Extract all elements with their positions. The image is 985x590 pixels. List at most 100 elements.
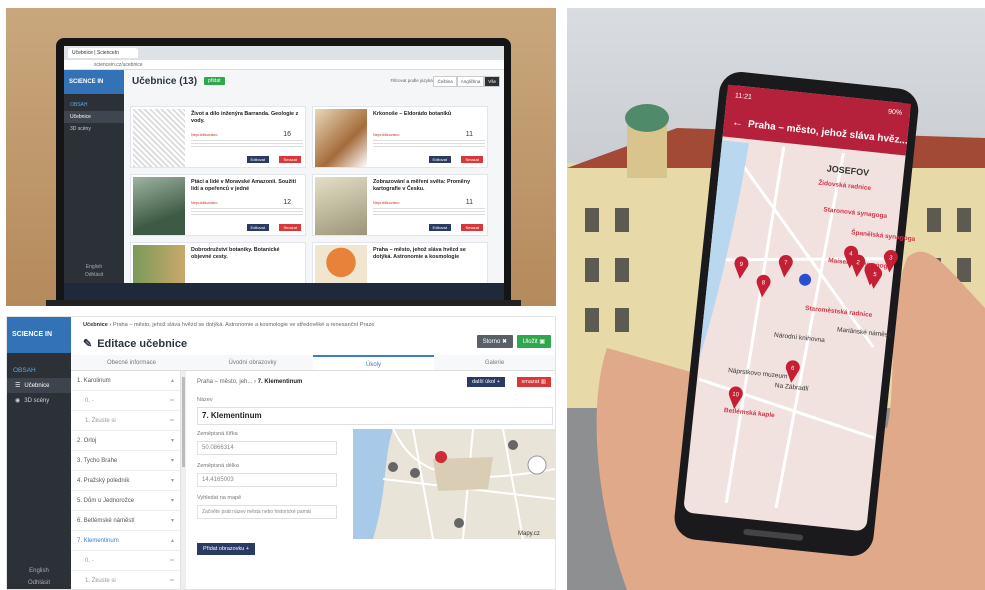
page-title-text: Editace učebnice: [97, 337, 188, 350]
language-link[interactable]: English: [64, 263, 124, 271]
textbook-card[interactable]: Život a dílo inženýra Barranda. Geologie…: [130, 106, 306, 168]
task-subitem[interactable]: 0. - ═: [71, 551, 180, 571]
add-screen-button[interactable]: Přidat obrazovku +: [197, 543, 256, 555]
list-icon: ☰: [15, 383, 21, 389]
drag-handle-icon[interactable]: ═: [170, 411, 174, 431]
map-marker[interactable]: [410, 468, 420, 478]
cancel-button[interactable]: Storno ✖: [476, 335, 513, 348]
latitude-label: Zeměpisná šířka: [197, 431, 238, 437]
map-search-input[interactable]: Začněte psát název města nebo historické…: [197, 505, 337, 519]
delete-button[interactable]: Smazat: [279, 224, 301, 231]
logout-link[interactable]: Odhlásit: [64, 271, 124, 279]
editor-sidebar: SCIENCE IN OBSAH ☰ Učebnice ◉ 3D scény E…: [7, 317, 71, 589]
edit-button[interactable]: Editovat: [428, 224, 451, 231]
textbook-card[interactable]: Zobrazování a měření světa: Proměny kart…: [312, 174, 488, 236]
task-item[interactable]: 7. Klementinum ▴: [71, 531, 180, 551]
task-subitem[interactable]: 1. Zkuste si ═: [71, 571, 180, 589]
map-marker[interactable]: [388, 462, 398, 472]
map-marker[interactable]: [508, 440, 518, 450]
status-battery: 90%: [888, 109, 903, 117]
url-bar[interactable]: sciencein.cz/ucebnice: [64, 60, 504, 70]
river-shape: [353, 429, 393, 539]
laptop-base: [46, 300, 521, 306]
drag-handle-icon[interactable]: ═: [170, 551, 174, 571]
textbook-card[interactable]: Ptáci a lidé v Moravské Amazonii. Soužit…: [130, 174, 306, 236]
scroll-thumb[interactable]: [182, 377, 185, 467]
brand-logo[interactable]: SCIENCE IN: [7, 317, 71, 353]
card-count: 11: [465, 131, 473, 138]
windows-taskbar: [64, 283, 504, 301]
task-item[interactable]: 2. Orloj ▾: [71, 431, 180, 451]
sidebar-heading: OBSAH: [70, 102, 88, 108]
longitude-field[interactable]: 14.4165003: [197, 473, 337, 487]
card-count: 16: [283, 131, 291, 138]
delete-task-button[interactable]: smazat ▥: [516, 377, 551, 387]
cube-icon: ◉: [15, 398, 21, 404]
sidebar-item-label: Učebnice: [24, 382, 50, 389]
detail-breadcrumb-current: 7. Klementinum: [257, 379, 303, 385]
breadcrumb-root[interactable]: Učebnice: [83, 322, 108, 328]
map-marker[interactable]: [454, 518, 464, 528]
card-status: Nepublikováno: [191, 132, 218, 137]
delete-button[interactable]: Smazat: [279, 156, 301, 163]
task-list-scrollbar[interactable]: [181, 371, 186, 589]
name-field[interactable]: 7. Klementinum: [197, 407, 553, 425]
add-screen-label: Přidat obrazovku: [203, 546, 245, 552]
task-item[interactable]: 4. Pražský poledník ▾: [71, 471, 180, 491]
page-title: Učebnice (13): [132, 76, 198, 87]
chevron-down-icon[interactable]: ▾: [171, 471, 174, 491]
tab-intro-screens[interactable]: Úvodní obrazovky: [192, 355, 313, 370]
delete-button[interactable]: Smazat: [461, 156, 483, 163]
tab-gallery[interactable]: Galerie: [434, 355, 555, 370]
latitude-field[interactable]: 50.0866314: [197, 441, 337, 455]
textbook-card[interactable]: Krkonoše – Eldorádo botaniků Nepubliková…: [312, 106, 488, 168]
location-map[interactable]: Mapy.cz: [353, 429, 555, 539]
task-item[interactable]: 6. Betlémské náměstí ▾: [71, 511, 180, 531]
tab-tasks[interactable]: Úkoly: [313, 355, 434, 370]
chevron-down-icon[interactable]: ▾: [171, 491, 174, 511]
chevron-down-icon[interactable]: ▾: [171, 431, 174, 451]
drag-handle-icon[interactable]: ═: [170, 571, 174, 589]
detail-breadcrumb-root[interactable]: Praha – město, jeh...: [197, 379, 252, 385]
delete-button[interactable]: Smazat: [461, 224, 483, 231]
filter-czech-button[interactable]: Čeština: [433, 76, 457, 87]
tab-general-info[interactable]: Obecné informace: [71, 355, 192, 370]
browser-tab[interactable]: Učebnice | ScienceIn: [68, 48, 138, 58]
chevron-down-icon[interactable]: ▾: [171, 511, 174, 531]
sidebar-item-3d-scenes[interactable]: ◉ 3D scény: [7, 393, 71, 408]
task-item[interactable]: 5. Dům u Jednorožce ▾: [71, 491, 180, 511]
plus-icon: +: [245, 546, 250, 552]
filter-english-button[interactable]: Angličtina: [456, 76, 485, 87]
chevron-down-icon[interactable]: ▾: [171, 451, 174, 471]
map-compass[interactable]: [527, 455, 547, 475]
edit-button[interactable]: Editovat: [428, 156, 451, 163]
selected-map-marker[interactable]: [435, 451, 447, 463]
task-subitem[interactable]: 1. Zkuste si ═: [71, 411, 180, 431]
textbook-editor: SCIENCE IN OBSAH ☰ Učebnice ◉ 3D scény E…: [6, 316, 556, 590]
detail-breadcrumb: Praha – město, jeh... › 7. Klementinum: [197, 379, 302, 385]
task-item[interactable]: 3. Tycho Brahe ▾: [71, 451, 180, 471]
task-item-label: 6. Betlémské náměstí: [77, 518, 135, 524]
task-subitem[interactable]: 0. - ═: [71, 391, 180, 411]
add-textbook-button[interactable]: přidat: [204, 77, 225, 85]
language-link[interactable]: English: [7, 565, 71, 577]
brand-logo[interactable]: SCIENCE IN: [64, 70, 124, 94]
edit-button[interactable]: Editovat: [246, 224, 269, 231]
filter-all-button[interactable]: Vše: [484, 76, 500, 87]
next-task-button[interactable]: další úkol +: [467, 377, 505, 387]
sidebar-item-textbooks[interactable]: ☰ Učebnice: [7, 378, 71, 393]
save-button[interactable]: Uložit ▣: [516, 335, 551, 348]
logout-link[interactable]: Odhlásit: [7, 577, 71, 589]
edit-button[interactable]: Editovat: [246, 156, 269, 163]
task-item[interactable]: 1. Karolinum ▴: [71, 371, 180, 391]
chevron-up-icon[interactable]: ▴: [171, 531, 174, 551]
card-description: [191, 208, 303, 216]
back-arrow-icon[interactable]: ←: [731, 116, 743, 129]
phone-scene: 11:21 90% ← Praha – město, jehož sláva h…: [567, 72, 985, 590]
tower-dome: [625, 104, 669, 132]
chevron-up-icon[interactable]: ▴: [171, 371, 174, 391]
card-image: [133, 109, 185, 167]
drag-handle-icon[interactable]: ═: [170, 391, 174, 411]
sidebar-item-textbooks[interactable]: Učebnice: [64, 111, 124, 123]
sidebar-item-3d-scenes[interactable]: 3D scény: [64, 123, 124, 135]
